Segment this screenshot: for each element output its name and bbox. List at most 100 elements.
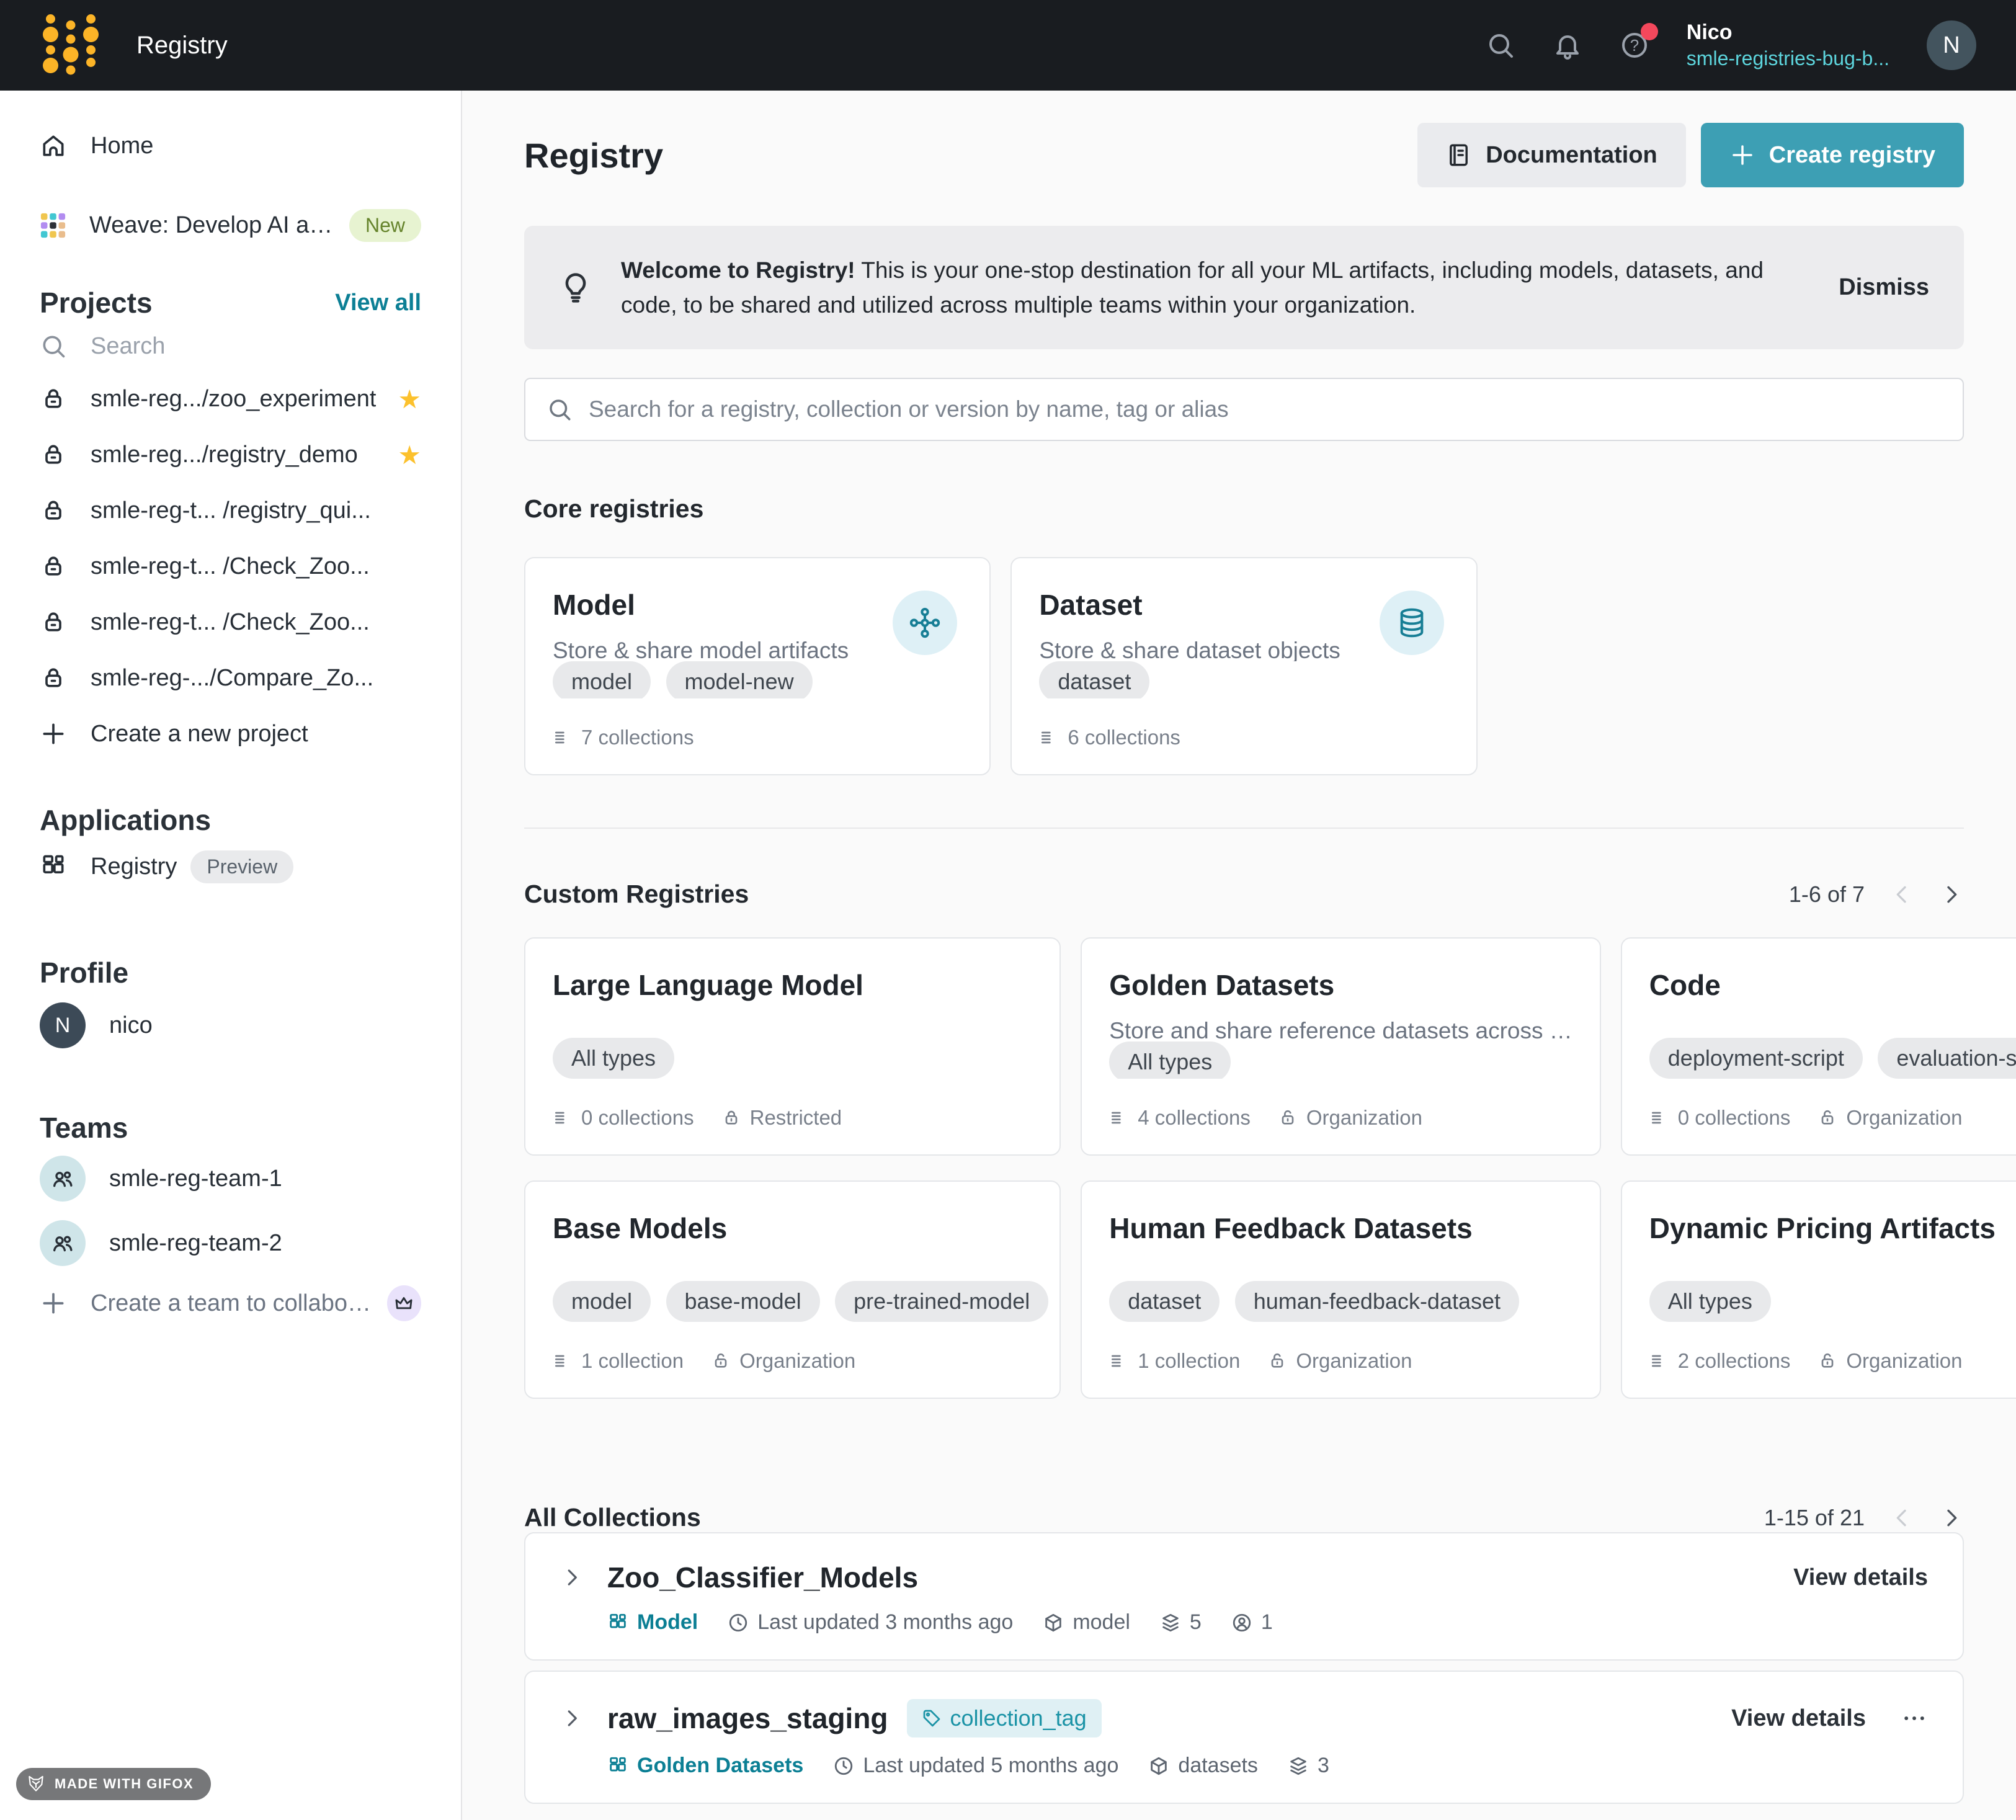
collection-name[interactable]: Zoo_Classifier_Models	[607, 1561, 918, 1594]
view-all-link[interactable]: View all	[335, 290, 421, 316]
book-icon	[1446, 142, 1472, 168]
sidebar-project-item[interactable]: smle-reg.../registry_demo ★	[0, 427, 461, 483]
registry-card-dataset[interactable]: Dataset Store & share dataset objects da…	[1010, 557, 1477, 775]
applications-heading: Applications	[0, 801, 461, 839]
version-count: 3	[1288, 1754, 1329, 1778]
help-button[interactable]: ?	[1620, 30, 1649, 60]
sidebar-project-item[interactable]: smle-reg-t... /Check_Zoo...	[0, 594, 461, 650]
registry-app-icon	[607, 1612, 628, 1633]
layers-icon	[1288, 1755, 1309, 1777]
visibility-badge: Organization	[1267, 1349, 1412, 1373]
registry-card-base-models[interactable]: Base Models model base-model pre-trained…	[524, 1180, 1061, 1399]
sidebar-team-item[interactable]: smle-reg-team-1	[0, 1146, 461, 1211]
collection-tag-pill[interactable]: collection_tag	[907, 1699, 1102, 1737]
tag-pill: model-new	[666, 661, 813, 698]
list-icon	[553, 1108, 573, 1128]
card-title: Dynamic Pricing Artifacts	[1649, 1211, 2016, 1245]
list-icon	[553, 1351, 573, 1371]
search-icon	[546, 396, 573, 422]
sidebar-item-home[interactable]: Home	[0, 118, 461, 174]
star-icon[interactable]: ★	[398, 440, 421, 470]
main-content: Registry Documentation Create registry W…	[462, 91, 2016, 1820]
unlock-icon	[1818, 1108, 1837, 1128]
collection-row[interactable]: raw_images_staging collection_tag View d…	[524, 1671, 1964, 1804]
person-icon	[1231, 1612, 1252, 1633]
dismiss-button[interactable]: Dismiss	[1839, 274, 1929, 301]
profile-heading: Profile	[0, 954, 461, 991]
tag-pill: pre-trained-model	[835, 1281, 1048, 1322]
unlock-icon	[1267, 1351, 1287, 1371]
user-menu[interactable]: Nico smle-registries-bug-b...	[1687, 19, 1889, 72]
documentation-button[interactable]: Documentation	[1417, 123, 1686, 187]
create-team-button[interactable]: Create a team to collaborate	[0, 1275, 461, 1331]
registry-card-large-language-model[interactable]: Large Language Model All types 0 collect…	[524, 937, 1061, 1156]
view-details-link[interactable]: View details	[1793, 1564, 1928, 1591]
projects-heading: Projects View all	[0, 284, 461, 321]
registry-link[interactable]: Model	[607, 1610, 698, 1635]
registry-card-golden-datasets[interactable]: Golden Datasets Store and share referenc…	[1081, 937, 1601, 1156]
registry-card-model[interactable]: Model Store & share model artifacts mode…	[524, 557, 991, 775]
sidebar-item-weave[interactable]: Weave: Develop AI apps New	[0, 197, 461, 253]
more-menu-icon[interactable]	[1901, 1705, 1928, 1732]
tag-pill: All types	[1649, 1281, 1771, 1322]
artifact-type: model	[1043, 1610, 1130, 1635]
sidebar-project-item[interactable]: smle-reg-.../Compare_Zo...	[0, 650, 461, 706]
user-name: Nico	[1687, 19, 1889, 46]
page-title: Registry	[524, 135, 663, 176]
sidebar-project-item[interactable]: smle-reg.../zoo_experiment ★	[0, 371, 461, 427]
bell-icon[interactable]	[1553, 30, 1582, 60]
registry-card-code[interactable]: Code deployment-script evaluation-script…	[1621, 937, 2016, 1156]
list-icon	[1109, 1351, 1129, 1371]
lock-icon	[40, 441, 67, 468]
create-registry-button[interactable]: Create registry	[1701, 123, 1964, 187]
create-project-button[interactable]: Create a new project	[0, 706, 461, 762]
expand-chevron-icon[interactable]	[560, 1566, 584, 1589]
avatar[interactable]: N	[1927, 20, 1976, 70]
notification-dot	[1641, 23, 1658, 40]
collection-name[interactable]: raw_images_staging	[607, 1702, 888, 1735]
collections-count: 0 collections	[1649, 1106, 1791, 1130]
top-navbar: Registry ? Nico smle-registries-bug-b...…	[0, 0, 2016, 91]
star-icon[interactable]: ★	[398, 384, 421, 414]
registry-card-dynamic-pricing-artifacts[interactable]: Dynamic Pricing Artifacts All types 2 co…	[1621, 1180, 2016, 1399]
pagination-label: 1-15 of 21	[1764, 1505, 1865, 1531]
chevron-left-icon[interactable]	[1889, 882, 1914, 907]
chevron-right-icon[interactable]	[1939, 1506, 1964, 1530]
collection-row[interactable]: Zoo_Classifier_Models View details Model…	[524, 1532, 1964, 1661]
card-title: Human Feedback Datasets	[1109, 1211, 1572, 1245]
chevron-right-icon[interactable]	[1939, 882, 1964, 907]
sidebar-search-input[interactable]	[91, 333, 351, 360]
visibility-badge: Organization	[1818, 1349, 1962, 1373]
user-org-link[interactable]: smle-registries-bug-b...	[1687, 46, 1889, 72]
sidebar-item-registry-app[interactable]: Registry Preview	[0, 839, 461, 894]
box-icon	[1043, 1612, 1064, 1633]
sidebar-team-item[interactable]: smle-reg-team-2	[0, 1211, 461, 1275]
registry-search[interactable]	[524, 378, 1964, 441]
clock-icon	[728, 1612, 749, 1633]
chevron-left-icon[interactable]	[1889, 1506, 1914, 1530]
sidebar: Home Weave: Develop AI apps New Projects…	[0, 91, 462, 1820]
tag-pill: dataset	[1109, 1281, 1220, 1322]
sidebar-search[interactable]	[0, 321, 461, 371]
tag-pill: deployment-script	[1649, 1038, 1863, 1079]
registry-search-input[interactable]	[589, 396, 1942, 422]
sidebar-project-item[interactable]: smle-reg-t... /registry_qui...	[0, 483, 461, 538]
pagination-label: 1-6 of 7	[1789, 881, 1865, 908]
collections-pagination: 1-15 of 21	[1764, 1505, 1964, 1531]
registry-link[interactable]: Golden Datasets	[607, 1754, 803, 1778]
lock-icon	[40, 664, 67, 692]
collections-count: 0 collections	[553, 1106, 694, 1130]
crown-icon	[387, 1285, 421, 1321]
sidebar-profile-item[interactable]: N nico	[0, 991, 461, 1059]
tag-pill: human-feedback-dataset	[1235, 1281, 1519, 1322]
search-icon[interactable]	[1486, 30, 1515, 60]
wandb-logo-icon[interactable]	[40, 11, 102, 79]
sidebar-project-item[interactable]: smle-reg-t... /Check_Zoo...	[0, 538, 461, 594]
lock-icon	[721, 1108, 741, 1128]
list-icon	[1649, 1351, 1669, 1371]
expand-chevron-icon[interactable]	[560, 1706, 584, 1730]
view-details-link[interactable]: View details	[1731, 1705, 1866, 1732]
collections-count: 4 collections	[1109, 1106, 1251, 1130]
registry-card-human-feedback-datasets[interactable]: Human Feedback Datasets dataset human-fe…	[1081, 1180, 1601, 1399]
card-title: Golden Datasets	[1109, 968, 1572, 1002]
